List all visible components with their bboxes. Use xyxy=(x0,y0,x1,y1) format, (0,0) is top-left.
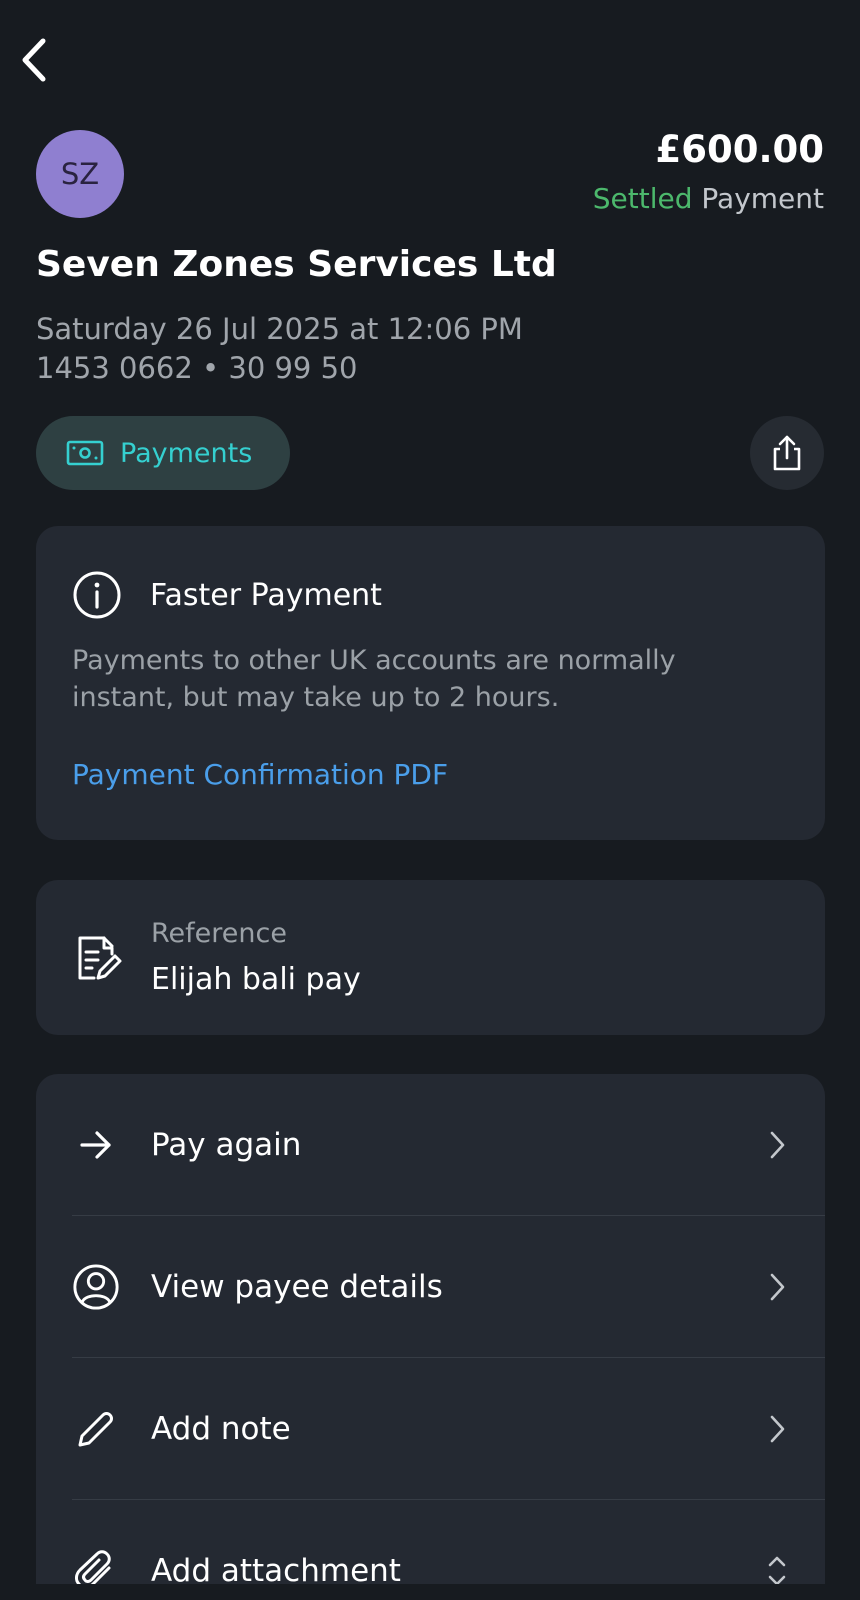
info-title-row: Faster Payment xyxy=(72,570,382,620)
arrow-right-icon xyxy=(72,1121,120,1169)
account-details: 1453 0662 • 30 99 50 xyxy=(36,351,358,385)
reference-card: Reference Elijah bali pay xyxy=(36,880,825,1035)
chevron-right-icon xyxy=(765,1411,789,1447)
faster-payment-card: Faster Payment Payments to other UK acco… xyxy=(36,526,825,840)
info-title: Faster Payment xyxy=(150,577,382,613)
category-chip[interactable]: Payments xyxy=(36,416,290,490)
reference-label: Reference xyxy=(151,918,287,949)
document-edit-icon xyxy=(78,936,122,980)
payee-name: Seven Zones Services Ltd xyxy=(36,244,557,285)
add-note-label: Add note xyxy=(151,1410,291,1447)
banknote-icon xyxy=(66,440,104,466)
info-icon xyxy=(73,571,121,619)
chevron-right-icon xyxy=(765,1269,789,1305)
share-button[interactable] xyxy=(750,416,824,490)
user-circle-icon xyxy=(72,1263,120,1311)
pencil-icon xyxy=(72,1405,120,1453)
transaction-meta: Saturday 26 Jul 2025 at 12:06 PM 1453 06… xyxy=(36,310,523,388)
chevron-right-icon xyxy=(765,1127,789,1163)
pay-again-label: Pay again xyxy=(151,1126,302,1163)
view-payee-details-button[interactable]: View payee details xyxy=(36,1216,825,1357)
share-icon xyxy=(773,435,801,471)
reference-value: Elijah bali pay xyxy=(151,962,361,997)
chevron-left-icon xyxy=(22,38,46,82)
pay-again-button[interactable]: Pay again xyxy=(36,1074,825,1215)
transaction-datetime: Saturday 26 Jul 2025 at 12:06 PM xyxy=(36,312,523,346)
transaction-type: Payment xyxy=(701,182,824,215)
actions-card: Pay again View payee details Add note Ad… xyxy=(36,1074,825,1600)
category-label: Payments xyxy=(120,437,253,469)
add-note-button[interactable]: Add note xyxy=(36,1358,825,1499)
avatar: SZ xyxy=(36,130,124,218)
transaction-status: Settled Payment xyxy=(593,182,824,215)
info-description: Payments to other UK accounts are normal… xyxy=(72,645,676,713)
avatar-initials: SZ xyxy=(60,157,100,191)
back-button[interactable] xyxy=(14,36,54,84)
transaction-amount: £600.00 xyxy=(655,128,824,171)
payment-confirmation-pdf-link[interactable]: Payment Confirmation PDF xyxy=(72,758,448,791)
status-settled: Settled xyxy=(592,182,693,215)
bottom-edge xyxy=(0,1584,860,1600)
view-payee-details-label: View payee details xyxy=(151,1268,443,1305)
